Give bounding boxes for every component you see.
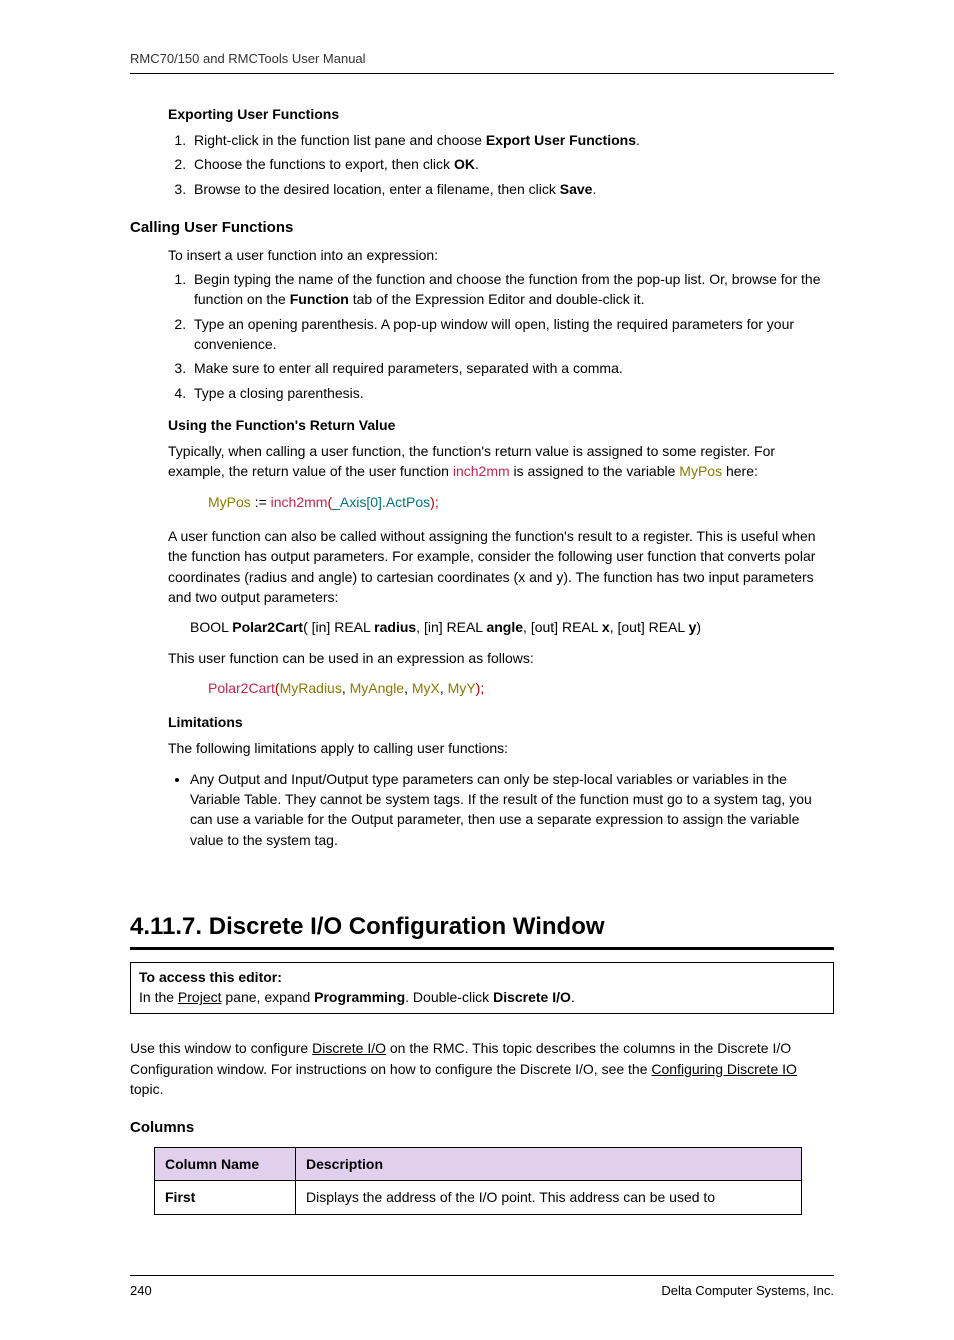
list-item: Make sure to enter all required paramete… bbox=[190, 358, 834, 378]
project-link[interactable]: Project bbox=[178, 989, 222, 1005]
calling-intro: To insert a user function into an expres… bbox=[168, 245, 834, 265]
list-item: Type an opening parenthesis. A pop-up wi… bbox=[190, 314, 834, 355]
list-item: Begin typing the name of the function an… bbox=[190, 269, 834, 310]
limitations-intro: The following limitations apply to calli… bbox=[168, 738, 834, 758]
document-page: RMC70/150 and RMCTools User Manual Expor… bbox=[0, 0, 954, 1340]
calling-heading: Calling User Functions bbox=[130, 217, 834, 239]
running-header: RMC70/150 and RMCTools User Manual bbox=[130, 50, 834, 69]
list-item: Choose the functions to export, then cli… bbox=[190, 154, 834, 174]
access-box: To access this editor: In the Project pa… bbox=[130, 962, 834, 1015]
after-code1-para: A user function can also be called witho… bbox=[168, 526, 834, 607]
limitations-heading: Limitations bbox=[168, 712, 834, 732]
columns-heading: Columns bbox=[130, 1117, 834, 1139]
list-item: Browse to the desired location, enter a … bbox=[190, 179, 834, 199]
list-item: Type a closing parenthesis. bbox=[190, 383, 834, 403]
after-sig-text: This user function can be used in an exp… bbox=[168, 648, 834, 668]
page-number: 240 bbox=[130, 1282, 152, 1301]
header-rule bbox=[130, 73, 834, 74]
table-header-row: Column Name Description bbox=[155, 1147, 802, 1180]
list-item: Any Output and Input/Output type paramet… bbox=[190, 769, 834, 850]
section-rule bbox=[130, 947, 834, 950]
inline-code: inch2mm bbox=[453, 463, 510, 479]
code-example-1: MyPos := inch2mm(_Axis[0].ActPos); bbox=[208, 492, 834, 512]
access-title: To access this editor: bbox=[139, 969, 282, 985]
columns-table: Column Name Description First Displays t… bbox=[154, 1147, 802, 1215]
inline-code: MyPos bbox=[679, 463, 722, 479]
configuring-io-link[interactable]: Configuring Discrete IO bbox=[651, 1061, 797, 1077]
config-para: Use this window to configure Discrete I/… bbox=[130, 1038, 834, 1099]
export-heading: Exporting User Functions bbox=[168, 104, 834, 124]
function-signature: BOOL Polar2Cart( [in] REAL radius, [in] … bbox=[190, 617, 834, 637]
limitations-list: Any Output and Input/Output type paramet… bbox=[140, 769, 834, 850]
export-steps-list: Right-click in the function list pane an… bbox=[168, 130, 834, 199]
footer: 240 Delta Computer Systems, Inc. bbox=[130, 1275, 834, 1301]
section-title: 4.11.7. Discrete I/O Configuration Windo… bbox=[130, 910, 834, 945]
calling-steps-list: Begin typing the name of the function an… bbox=[168, 269, 834, 403]
code-example-2: Polar2Cart(MyRadius, MyAngle, MyX, MyY); bbox=[208, 678, 834, 698]
discrete-io-link[interactable]: Discrete I/O bbox=[312, 1040, 386, 1056]
cell-name: First bbox=[155, 1181, 296, 1214]
list-item: Right-click in the function list pane an… bbox=[190, 130, 834, 150]
table-row: First Displays the address of the I/O po… bbox=[155, 1181, 802, 1214]
using-return-para: Typically, when calling a user function,… bbox=[168, 441, 834, 482]
col-header-desc: Description bbox=[296, 1147, 802, 1180]
using-return-heading: Using the Function's Return Value bbox=[168, 415, 834, 435]
company-name: Delta Computer Systems, Inc. bbox=[661, 1282, 834, 1301]
col-header-name: Column Name bbox=[155, 1147, 296, 1180]
cell-desc: Displays the address of the I/O point. T… bbox=[296, 1181, 802, 1214]
